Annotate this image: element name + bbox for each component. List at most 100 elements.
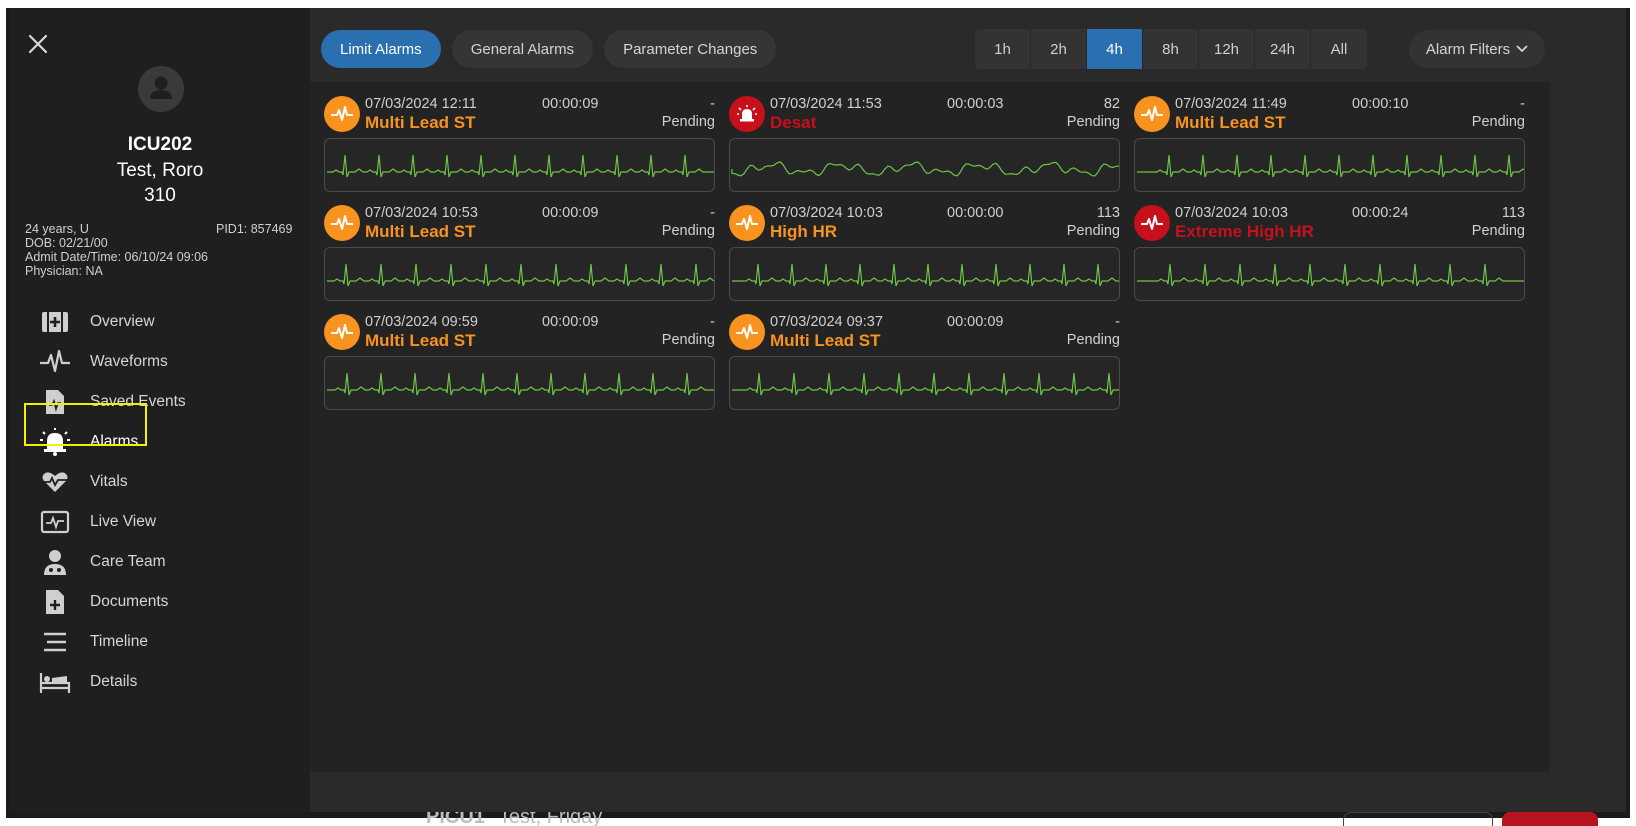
- alarm-card[interactable]: 07/03/2024 10:03 00:00:24 113 Extreme High …: [1134, 201, 1526, 311]
- patient-modal: ICU202 Test, Roro 310 24 years, U PID1: …: [10, 8, 1626, 812]
- close-icon[interactable]: [24, 30, 52, 58]
- alarm-time: 07/03/2024 10:03: [770, 205, 883, 221]
- alarm-card[interactable]: 07/03/2024 09:59 00:00:09 - Multi Lead ST Pe…: [324, 310, 716, 420]
- range-4h[interactable]: 4h: [1087, 29, 1143, 69]
- alarm-filters-button[interactable]: Alarm Filters: [1409, 30, 1545, 68]
- alarm-waveform[interactable]: [1134, 247, 1525, 301]
- alarm-time: 07/03/2024 09:59: [365, 314, 478, 330]
- ecg-waveform: [1137, 154, 1524, 178]
- nav-item-details[interactable]: Details: [32, 662, 292, 702]
- nav-label: Documents: [90, 593, 169, 610]
- alarm-value: -: [1115, 314, 1120, 330]
- ecg-waveform: [327, 372, 714, 396]
- ecg-waveform: [732, 263, 1119, 287]
- saved-events-icon: [38, 385, 72, 419]
- tab-limit-alarms[interactable]: Limit Alarms: [321, 30, 441, 68]
- ecg-icon: [324, 205, 360, 241]
- ecg-waveform: [327, 263, 714, 287]
- alarm-time: 07/03/2024 09:37: [770, 314, 883, 330]
- patient-admit: Admit Date/Time: 06/10/24 09:06: [25, 250, 208, 264]
- tab-general-alarms[interactable]: General Alarms: [451, 30, 594, 68]
- nav-item-vitals[interactable]: Vitals: [32, 462, 292, 502]
- alarm-waveform[interactable]: [729, 138, 1120, 192]
- alarm-card[interactable]: 07/03/2024 12:11 00:00:09 - Multi Lead ST Pe…: [324, 92, 716, 202]
- alarm-duration: 00:00:09: [947, 314, 1004, 330]
- alarm-name: Multi Lead ST: [770, 331, 881, 350]
- ecg-icon: [1134, 96, 1170, 132]
- nav-label: Alarms: [90, 433, 139, 450]
- alarm-status: Pending: [1471, 223, 1525, 239]
- chevron-down-icon: [1516, 45, 1528, 53]
- alarm-name: Multi Lead ST: [1175, 113, 1286, 132]
- timeline-icon: [38, 625, 72, 659]
- monitor-icon: [38, 505, 72, 539]
- person-icon: [150, 76, 172, 99]
- nav-item-care-team[interactable]: Care Team: [32, 542, 292, 582]
- alarm-waveform[interactable]: [729, 247, 1120, 301]
- alarm-bell-icon: [38, 425, 72, 459]
- range-24h[interactable]: 24h: [1255, 29, 1311, 69]
- nav-item-overview[interactable]: Overview: [32, 302, 292, 342]
- nav-item-saved-events[interactable]: Saved Events: [32, 382, 292, 422]
- patient-sidebar: ICU202 Test, Roro 310 24 years, U PID1: …: [10, 8, 310, 812]
- waveform-icon: [38, 345, 72, 379]
- alarm-waveform[interactable]: [324, 138, 715, 192]
- ecg-icon: [1134, 205, 1170, 241]
- alarm-name: Multi Lead ST: [365, 113, 476, 132]
- alarm-value: 113: [1501, 205, 1525, 221]
- alarm-status: Pending: [1066, 114, 1120, 130]
- range-12h[interactable]: 12h: [1199, 29, 1255, 69]
- alarm-waveform[interactable]: [729, 356, 1120, 410]
- alarm-card[interactable]: 07/03/2024 09:37 00:00:09 - Multi Lead ST Pe…: [729, 310, 1121, 420]
- alarm-duration: 00:00:09: [542, 205, 599, 221]
- alarm-waveform[interactable]: [324, 247, 715, 301]
- alarm-waveform[interactable]: [1134, 138, 1525, 192]
- ecg-icon: [324, 314, 360, 350]
- nav-item-documents[interactable]: Documents: [32, 582, 292, 622]
- range-all[interactable]: All: [1311, 29, 1367, 69]
- nav-label: Overview: [90, 313, 155, 330]
- ecg-waveform: [732, 372, 1119, 396]
- nav-label: Saved Events: [90, 393, 186, 410]
- time-range-selector: 1h 2h 4h 8h 12h 24h All: [975, 29, 1367, 69]
- patient-name: Test, Roro: [116, 160, 204, 181]
- alarm-value: -: [1520, 96, 1525, 112]
- alarm-filters-label: Alarm Filters: [1425, 40, 1511, 58]
- alarm-name: Desat: [770, 113, 817, 132]
- range-8h[interactable]: 8h: [1143, 29, 1199, 69]
- alarm-status: Pending: [661, 223, 715, 239]
- siren-icon: [729, 96, 765, 132]
- alarm-waveform[interactable]: [324, 356, 715, 410]
- alarm-time: 07/03/2024 10:53: [365, 205, 478, 221]
- alarm-card[interactable]: 07/03/2024 10:53 00:00:09 - Multi Lead ST Pe…: [324, 201, 716, 311]
- alarm-status: Pending: [1066, 223, 1120, 239]
- nav-item-waveforms[interactable]: Waveforms: [32, 342, 292, 382]
- alarm-status: Pending: [1066, 332, 1120, 348]
- alarm-card[interactable]: 07/03/2024 11:49 00:00:10 - Multi Lead ST Pe…: [1134, 92, 1526, 202]
- pleth-waveform: [731, 161, 1119, 177]
- range-2h[interactable]: 2h: [1031, 29, 1087, 69]
- nav-label: Waveforms: [90, 353, 168, 370]
- patient-bed: 310: [144, 185, 176, 206]
- alarm-status: Pending: [661, 114, 715, 130]
- alarm-card[interactable]: 07/03/2024 11:53 00:00:03 82 Desat Pending: [729, 92, 1121, 202]
- ecg-icon: [729, 205, 765, 241]
- alarm-status: Pending: [1471, 114, 1525, 130]
- ecg-icon: [729, 314, 765, 350]
- nav-item-timeline[interactable]: Timeline: [32, 622, 292, 662]
- close-button[interactable]: [24, 30, 52, 58]
- alarm-time: 07/03/2024 11:53: [770, 96, 882, 112]
- alarm-duration: 00:00:09: [542, 96, 599, 112]
- tab-parameter-changes[interactable]: Parameter Changes: [604, 30, 777, 68]
- alarm-card[interactable]: 07/03/2024 10:03 00:00:00 113 High HR Pendin…: [729, 201, 1121, 311]
- overview-icon: [38, 305, 72, 339]
- nav-item-live-view[interactable]: Live View: [32, 502, 292, 542]
- range-1h[interactable]: 1h: [975, 29, 1031, 69]
- nav-item-alarms[interactable]: Alarms: [32, 422, 292, 462]
- patient-age-sex: 24 years, U: [25, 222, 89, 236]
- nav-label: Timeline: [90, 633, 148, 650]
- alarm-duration: 00:00:10: [1352, 96, 1409, 112]
- ecg-icon: [324, 96, 360, 132]
- alarm-duration: 00:00:00: [947, 205, 1004, 221]
- document-plus-icon: [38, 585, 72, 619]
